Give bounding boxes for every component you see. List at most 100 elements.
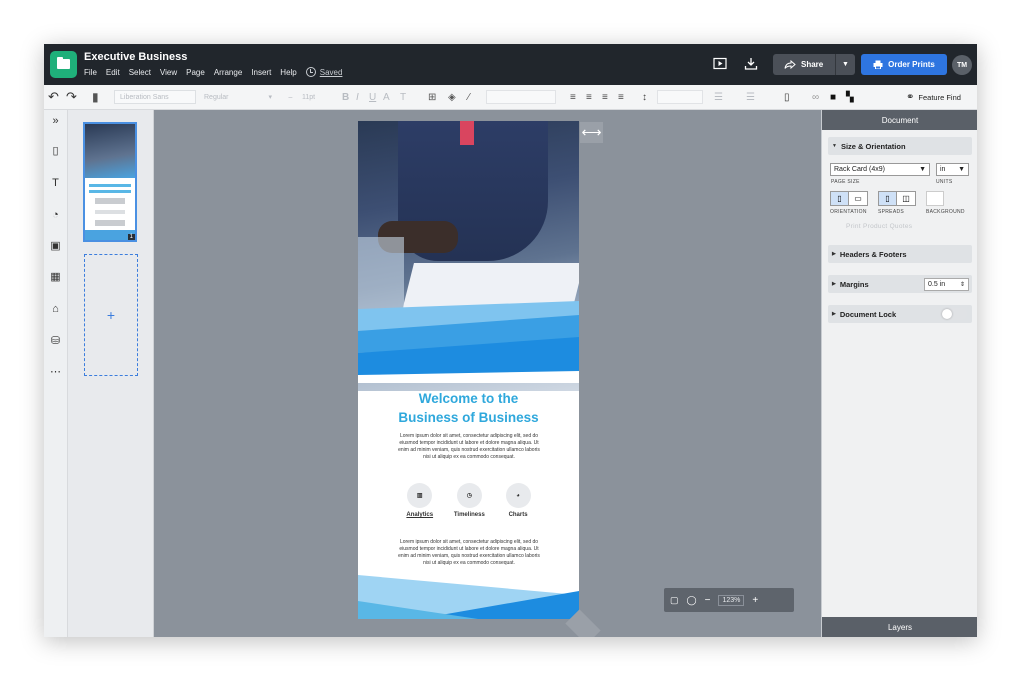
justify-icon[interactable]: ≡ xyxy=(618,90,624,104)
share-icon xyxy=(784,60,796,69)
print-quotes-link[interactable]: Print Product Quotes xyxy=(846,223,912,230)
page-icon[interactable]: ▯ xyxy=(784,90,790,104)
orientation-toggle[interactable]: ▯ ▭ xyxy=(830,191,868,206)
headers-footers-section[interactable]: ▶ Headers & Footers xyxy=(828,245,972,263)
menu-help[interactable]: Help xyxy=(280,68,296,77)
spread-pages-icon[interactable]: ◫ xyxy=(897,192,915,205)
stepper-icon[interactable]: ⇕ xyxy=(960,281,965,288)
caret-right-icon: ▶ xyxy=(832,311,836,317)
border-icon[interactable]: ⊞ xyxy=(428,90,436,104)
underline-icon[interactable]: U xyxy=(369,90,376,104)
bold-icon[interactable]: B xyxy=(342,90,349,104)
layers-tab[interactable]: Layers xyxy=(822,617,977,637)
feature-charts-label: Charts xyxy=(508,512,528,518)
comment-add-icon[interactable]: ▢ xyxy=(670,595,679,606)
more-icon[interactable]: ⋯ xyxy=(49,365,62,378)
format-painter-icon[interactable]: ▮ xyxy=(92,90,99,104)
font-style-value: Regular xyxy=(204,93,229,101)
undo-icon[interactable]: ↶ xyxy=(48,89,59,104)
page-size-select[interactable]: Rack Card (4x9) ▼ xyxy=(830,163,930,176)
text-case-icon[interactable]: A xyxy=(383,90,390,104)
feature-analytics-label: Analytics xyxy=(406,512,434,518)
orientation-label: ORIENTATION xyxy=(830,209,867,215)
share-dropdown-icon[interactable]: ▼ xyxy=(836,61,855,68)
blue-band-top xyxy=(358,301,579,383)
comments-icon[interactable]: ◯ xyxy=(687,595,697,606)
grid-icon[interactable]: ▚ xyxy=(846,90,854,104)
document-lock-toggle[interactable] xyxy=(941,308,967,320)
zoom-out-icon[interactable]: − xyxy=(705,595,711,606)
shapes-icon[interactable]: ◔ xyxy=(49,208,62,221)
decrease-size-icon[interactable]: − xyxy=(288,90,293,104)
caret-down-icon: ▼ xyxy=(832,143,837,149)
landscape-icon[interactable]: ▭ xyxy=(849,192,867,205)
line-spacing-field[interactable] xyxy=(657,90,703,104)
menu-file[interactable]: File xyxy=(84,68,97,77)
share-button[interactable]: Share ▼ xyxy=(773,54,855,75)
font-style-select[interactable]: Regular ▾ xyxy=(204,90,276,104)
order-prints-label: Order Prints xyxy=(888,60,935,69)
pages-icon[interactable]: ▯ xyxy=(49,144,62,157)
background-color-swatch[interactable] xyxy=(926,191,944,206)
menu-insert[interactable]: Insert xyxy=(251,68,271,77)
chevron-down-icon: ▾ xyxy=(268,94,272,101)
align-center-icon[interactable]: ≡ xyxy=(586,90,592,104)
app-window: Executive Business File Edit Select View… xyxy=(44,44,977,637)
document-panel: Document ▼ Size & Orientation Rack Card (… xyxy=(821,110,977,637)
line-spacing-icon[interactable]: ↕ xyxy=(642,90,647,104)
pie-chart-icon: ◕ xyxy=(505,483,531,508)
order-prints-button[interactable]: Order Prints xyxy=(861,54,947,75)
expand-panel-icon[interactable]: » xyxy=(49,114,62,127)
download-icon[interactable] xyxy=(744,57,758,70)
text-tool-icon[interactable]: T xyxy=(49,176,62,189)
menu-view[interactable]: View xyxy=(160,68,177,77)
resize-horizontal-handle[interactable]: ⟷ xyxy=(580,122,603,143)
table-icon[interactable]: ▦ xyxy=(49,270,62,283)
size-orientation-section[interactable]: ▼ Size & Orientation xyxy=(828,137,972,155)
units-select[interactable]: in ▼ xyxy=(936,163,969,176)
zoom-controls: ▢ ◯ − 123% + xyxy=(664,588,794,612)
line-color-icon[interactable]: ⁄ xyxy=(468,90,470,104)
align-right-icon[interactable]: ≡ xyxy=(602,90,608,104)
units-label: UNITS xyxy=(936,179,953,185)
data-icon[interactable]: ⛁ xyxy=(49,334,62,347)
document-lock-label: Document Lock xyxy=(839,309,897,319)
spreads-toggle[interactable]: ▯ ◫ xyxy=(878,191,916,206)
menu-edit[interactable]: Edit xyxy=(106,68,120,77)
caret-right-icon: ▶ xyxy=(832,281,836,287)
document-canvas[interactable]: Welcome to the Business of Business Lore… xyxy=(358,121,579,619)
numbered-list-icon[interactable]: ☰ xyxy=(746,90,755,104)
line-style-select[interactable] xyxy=(486,90,556,104)
font-size-value[interactable]: 11pt xyxy=(302,90,315,104)
menu-select[interactable]: Select xyxy=(129,68,151,77)
margins-input[interactable]: 0.5 in ⇕ xyxy=(924,278,969,291)
templates-icon[interactable]: ⌂ xyxy=(49,302,62,315)
zoom-level[interactable]: 123% xyxy=(718,594,745,606)
menu-arrange[interactable]: Arrange xyxy=(214,68,242,77)
avatar[interactable]: TM xyxy=(952,55,972,75)
italic-icon[interactable]: I xyxy=(356,90,359,104)
zoom-in-icon[interactable]: + xyxy=(752,595,758,606)
menu-page[interactable]: Page xyxy=(186,68,205,77)
feature-find-button[interactable]: ⚭ Feature Find xyxy=(906,90,961,104)
feature-find-label: Feature Find xyxy=(918,92,961,102)
redo-icon[interactable]: ↷ xyxy=(66,89,77,104)
lock-icon[interactable]: ■ xyxy=(830,90,836,104)
bullet-list-icon[interactable]: ☰ xyxy=(714,90,723,104)
link-icon[interactable]: ∞ xyxy=(812,90,819,104)
single-page-icon[interactable]: ▯ xyxy=(879,192,897,205)
add-page-button[interactable]: + xyxy=(84,254,138,376)
present-icon[interactable] xyxy=(713,57,727,70)
chevron-down-icon: ▼ xyxy=(958,166,965,173)
app-logo-icon[interactable] xyxy=(50,51,77,78)
image-icon[interactable]: ▣ xyxy=(49,239,62,252)
save-status[interactable]: Saved xyxy=(305,67,342,77)
font-family-select[interactable]: Liberation Sans xyxy=(114,90,196,104)
document-title[interactable]: Executive Business xyxy=(84,51,187,63)
portrait-icon[interactable]: ▯ xyxy=(831,192,849,205)
align-left-icon[interactable]: ≡ xyxy=(570,90,576,104)
bar-chart-icon: ▥ xyxy=(407,483,433,508)
text-transform-icon[interactable]: T xyxy=(400,90,406,104)
page-thumbnail[interactable]: 1 xyxy=(83,122,137,242)
fill-color-icon[interactable]: ◈ xyxy=(448,90,456,104)
